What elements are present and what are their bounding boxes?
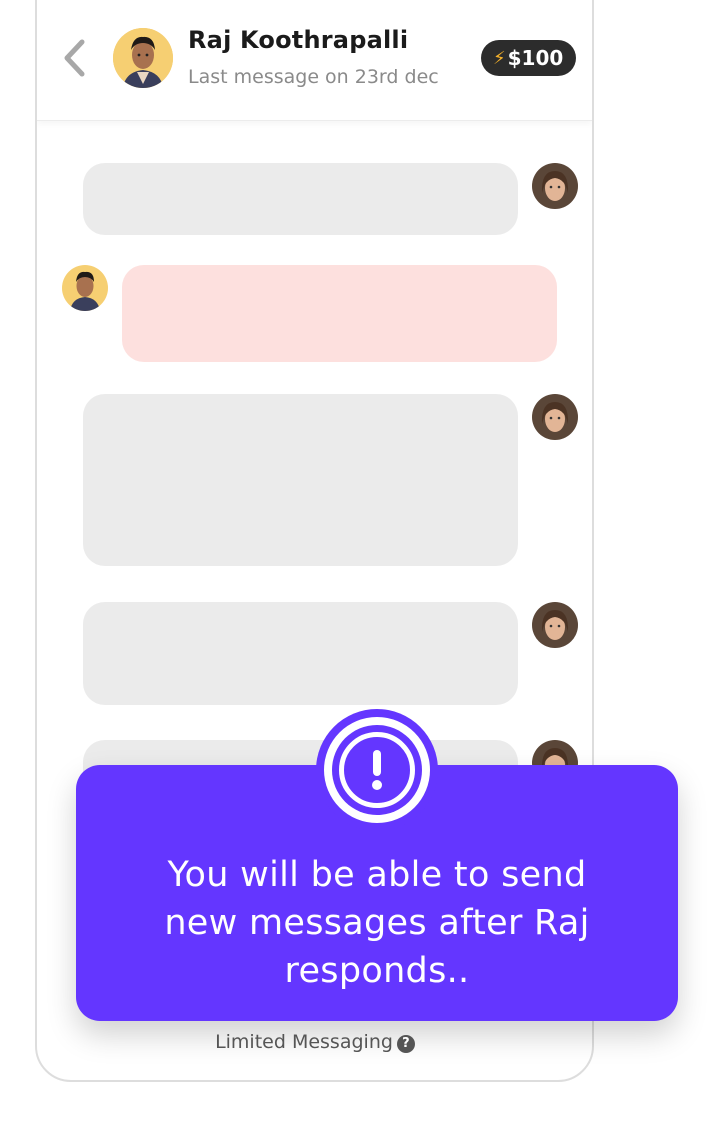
message-bubble-contact (122, 265, 557, 362)
message-bubble (83, 163, 518, 235)
question-circle-icon[interactable]: ? (396, 1035, 415, 1053)
back-icon[interactable] (59, 38, 89, 78)
user-avatar (532, 163, 578, 209)
contact-name: Raj Koothrapalli (188, 26, 409, 54)
limited-messaging-label: Limited Messaging (215, 1031, 393, 1053)
last-message-time: Last message on 23rd dec (188, 66, 439, 88)
exclamation-icon (316, 709, 438, 831)
user-avatar (532, 394, 578, 440)
contact-avatar-small (62, 265, 108, 311)
lightning-icon: ⚡ (493, 47, 506, 69)
contact-avatar[interactable] (113, 28, 173, 88)
toast-message: You will be able to send new messages af… (164, 855, 590, 991)
user-avatar (532, 602, 578, 648)
message-bubble (83, 394, 518, 566)
message-bubble (83, 602, 518, 705)
chat-header: Raj Koothrapalli Last message on 23rd de… (37, 0, 592, 121)
limited-messaging-footer[interactable]: Limited Messaging? (0, 1031, 630, 1053)
balance-badge[interactable]: ⚡ $100 (481, 40, 577, 76)
balance-amount: $100 (507, 46, 564, 70)
